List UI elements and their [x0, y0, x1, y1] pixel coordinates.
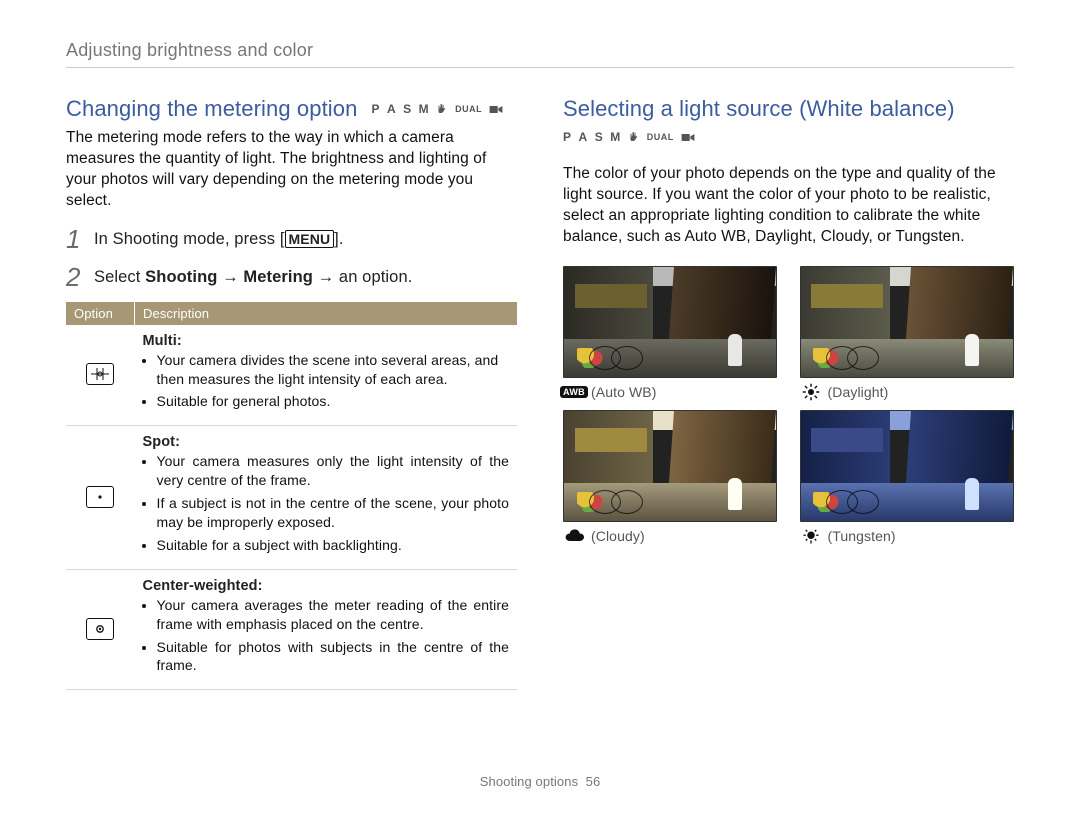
right-column: Selecting a light source (White balance)… — [563, 96, 1014, 690]
mode-a: A — [387, 102, 396, 116]
hand-icon — [436, 103, 448, 115]
steps: 1 In Shooting mode, press [MENU]. 2 Sele… — [66, 226, 517, 290]
page-footer: Shooting options 56 — [0, 774, 1080, 789]
step-number-2: 2 — [66, 264, 84, 290]
option-title: Spot: — [143, 434, 510, 450]
table-row: Center-weighted: Your camera averages th… — [66, 569, 517, 690]
mode-m: M — [419, 102, 430, 116]
option-bullet: Your camera measures only the light inte… — [157, 452, 510, 490]
mode-p: P — [371, 102, 380, 116]
movie-icon — [681, 132, 695, 143]
table-row: Multi: Your camera divides the scene int… — [66, 325, 517, 426]
mode-dual: DUAL — [647, 132, 674, 142]
option-bullet: Your camera divides the scene into sever… — [157, 351, 510, 389]
wb-sample-tungsten-image — [800, 410, 1014, 522]
wb-thumbnails: AWB (Auto WB) (Daylight) — [563, 266, 1014, 544]
right-heading: Selecting a light source (White balance) — [563, 96, 1014, 122]
left-heading: Changing the metering option P A S M DUA… — [66, 96, 517, 122]
left-heading-text: Changing the metering option — [66, 96, 357, 122]
multi-metering-icon — [86, 363, 114, 385]
mode-a: A — [579, 130, 588, 144]
option-title: Multi: — [143, 333, 510, 349]
cloud-icon — [563, 528, 585, 544]
menu-button-label: MENU — [285, 230, 335, 248]
mode-s: S — [403, 102, 412, 116]
option-desc-cell: Spot: Your camera measures only the ligh… — [135, 426, 518, 569]
center-weighted-metering-icon — [86, 618, 114, 640]
option-bullet: Suitable for a subject with backlighting… — [157, 536, 510, 555]
mode-p: P — [563, 130, 572, 144]
option-bullet: If a subject is not in the centre of the… — [157, 494, 510, 532]
table-row: Spot: Your camera measures only the ligh… — [66, 426, 517, 569]
wb-sample-cloudy-image — [563, 410, 777, 522]
movie-icon — [489, 104, 503, 115]
mode-m: M — [610, 130, 621, 144]
step-1-text: In Shooting mode, press [MENU]. — [94, 226, 344, 252]
mode-strip: P A S M DUAL — [563, 130, 695, 144]
table-head-option: Option — [66, 302, 135, 325]
step-1: 1 In Shooting mode, press [MENU]. — [66, 226, 517, 252]
wb-caption: (Daylight) — [800, 384, 1015, 400]
wb-sample-daylight-image — [800, 266, 1014, 378]
metering-table: Option Description Multi: Your camera di… — [66, 302, 517, 691]
option-desc-cell: Multi: Your camera divides the scene int… — [135, 325, 518, 426]
wb-caption: (Tungsten) — [800, 528, 1015, 544]
wb-thumb-tungsten: (Tungsten) — [800, 410, 1015, 544]
step-2: 2 Select Shooting → Metering → an option… — [66, 264, 517, 290]
bulb-icon — [800, 528, 822, 544]
mode-s: S — [595, 130, 604, 144]
mode-strip: P A S M DUAL — [371, 102, 503, 116]
right-intro: The color of your photo depends on the t… — [563, 164, 1014, 248]
header-rule — [66, 67, 1014, 68]
wb-thumb-cloudy: (Cloudy) — [563, 410, 778, 544]
left-column: Changing the metering option P A S M DUA… — [66, 96, 517, 690]
option-icon-cell — [66, 325, 135, 426]
mode-dual: DUAL — [455, 104, 482, 114]
page-section-header: Adjusting brightness and color — [66, 40, 1014, 61]
sun-icon — [800, 384, 822, 400]
table-head-description: Description — [135, 302, 518, 325]
wb-thumb-auto: AWB (Auto WB) — [563, 266, 778, 400]
right-heading-text: Selecting a light source (White balance) — [563, 96, 955, 122]
step-number-1: 1 — [66, 226, 84, 252]
wb-caption: AWB (Auto WB) — [563, 384, 778, 400]
wb-caption: (Cloudy) — [563, 528, 778, 544]
option-desc-cell: Center-weighted: Your camera averages th… — [135, 569, 518, 690]
left-intro: The metering mode refers to the way in w… — [66, 128, 517, 212]
step-2-text: Select Shooting → Metering → an option. — [94, 264, 412, 290]
option-title: Center-weighted: — [143, 578, 510, 594]
option-bullet: Suitable for general photos. — [157, 392, 510, 411]
option-bullet: Your camera averages the meter reading o… — [157, 596, 510, 634]
option-bullet: Suitable for photos with subjects in the… — [157, 638, 510, 676]
wb-sample-auto-image — [563, 266, 777, 378]
option-icon-cell — [66, 569, 135, 690]
auto-wb-icon: AWB — [563, 384, 585, 400]
wb-thumb-daylight: (Daylight) — [800, 266, 1015, 400]
option-icon-cell — [66, 426, 135, 569]
spot-metering-icon — [86, 486, 114, 508]
footer-page-number: 56 — [586, 774, 601, 789]
footer-section: Shooting options — [480, 774, 578, 789]
hand-icon — [628, 131, 640, 143]
